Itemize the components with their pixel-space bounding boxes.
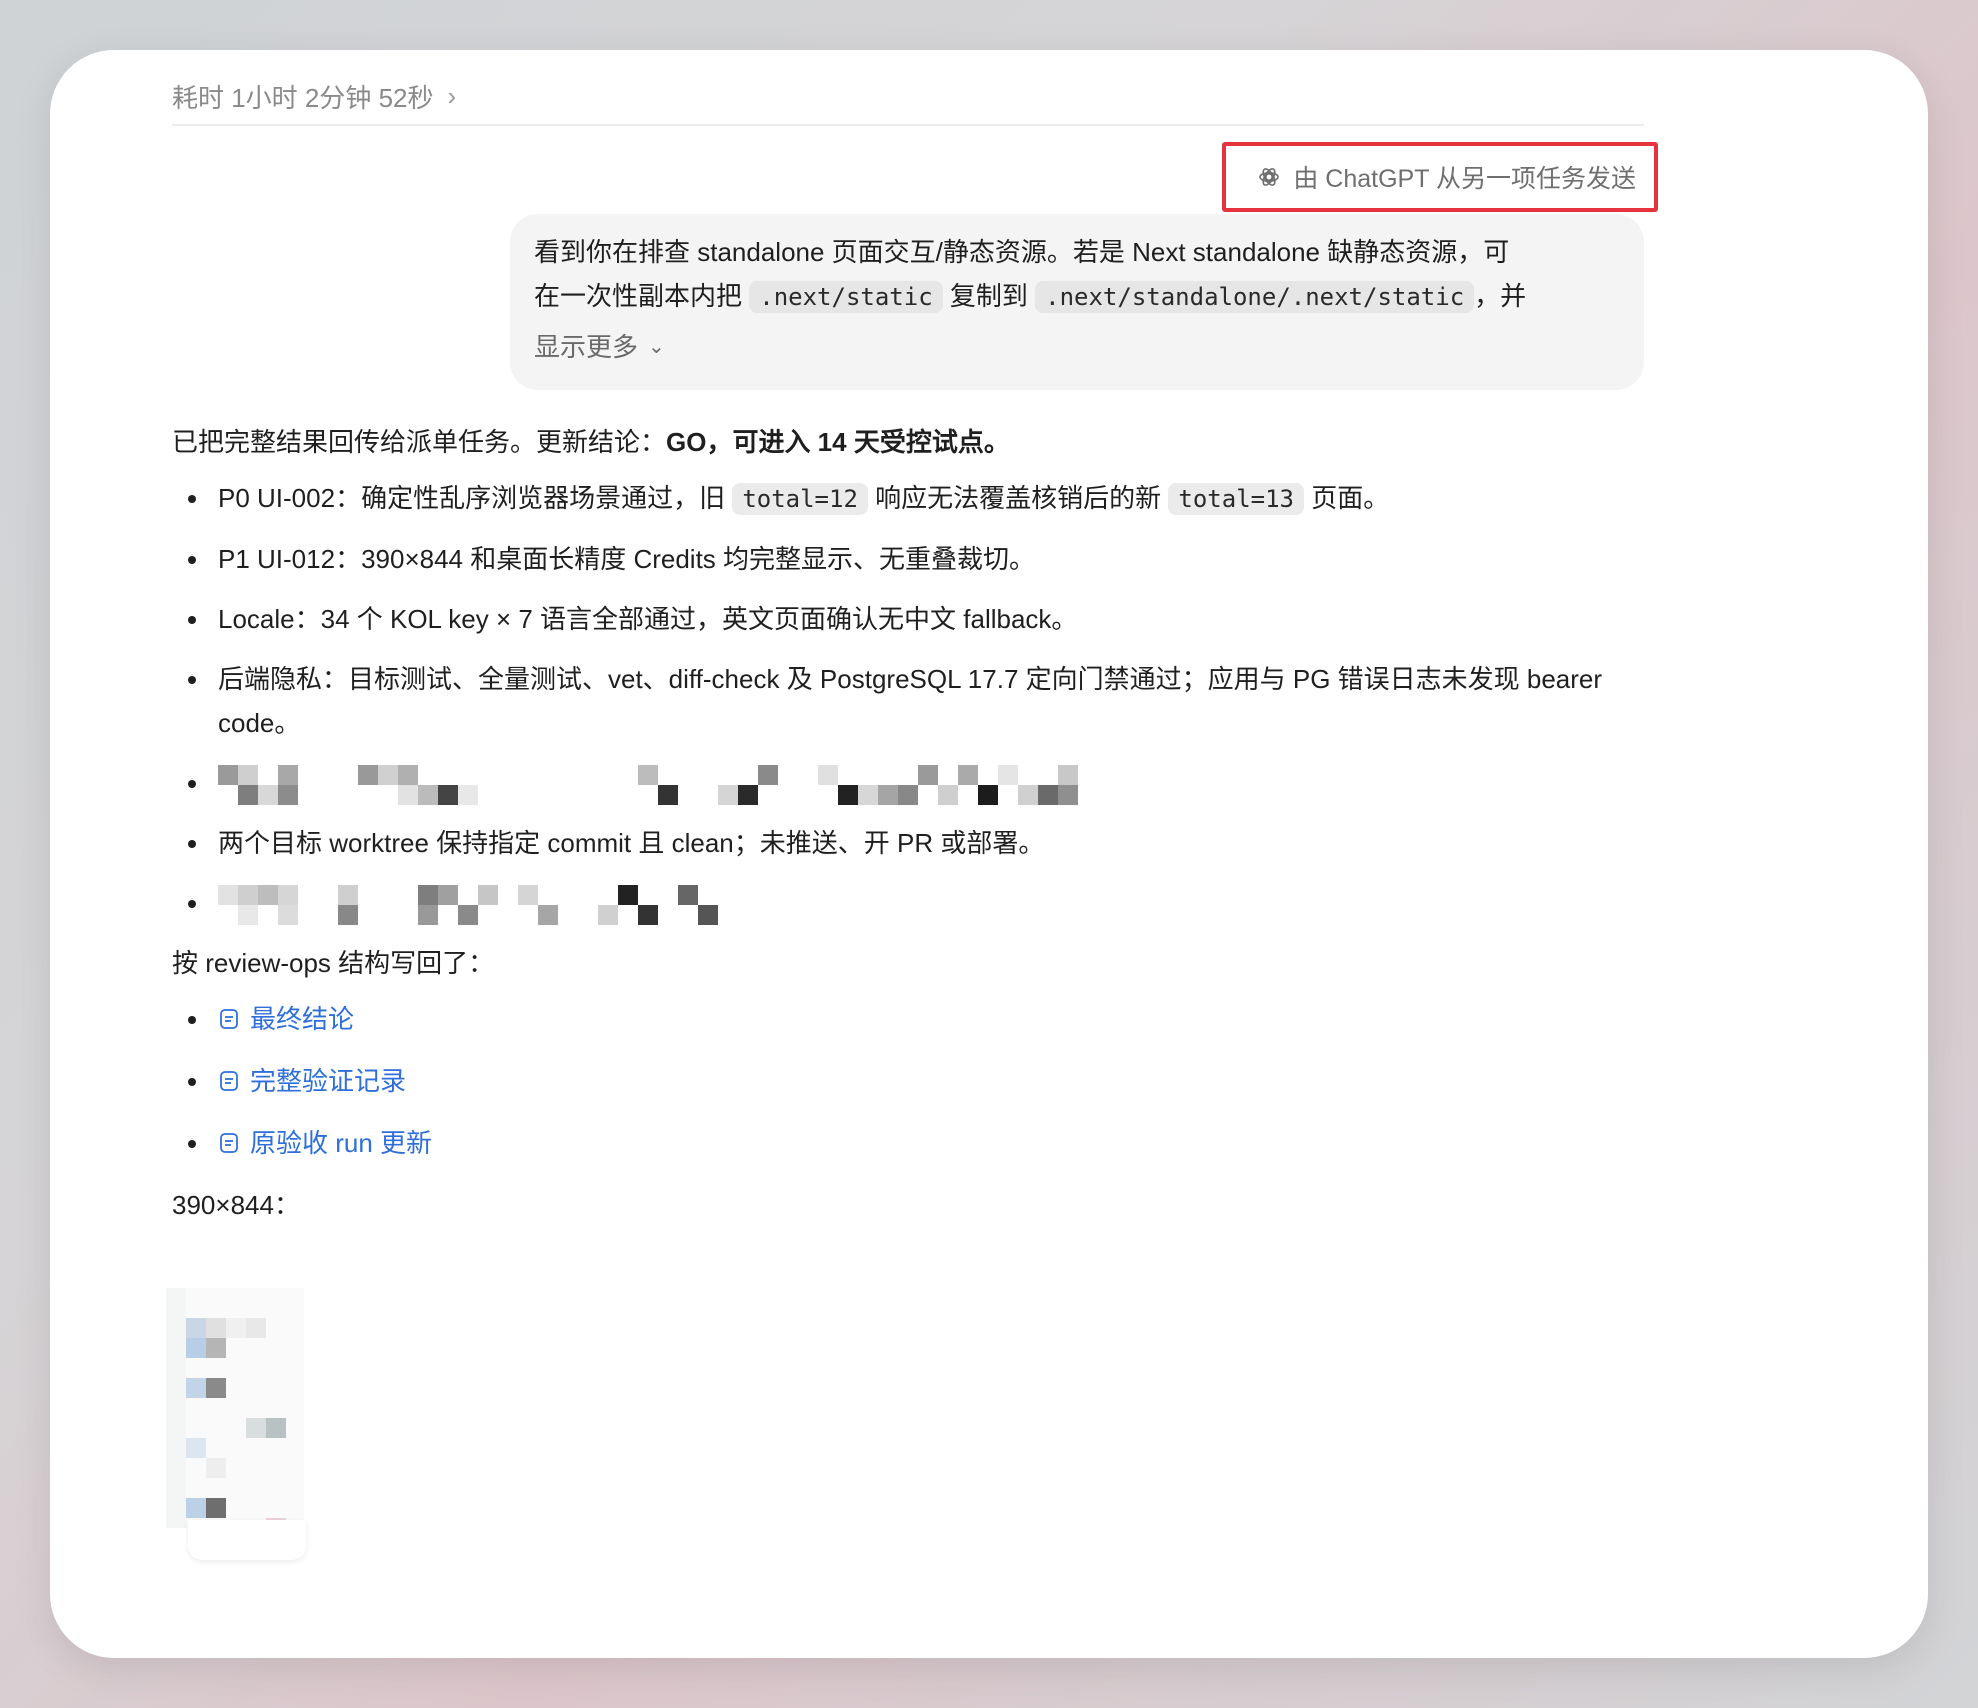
pixelated-redaction [218, 765, 1078, 806]
screenshot-thumbnail[interactable] [166, 1288, 304, 1528]
duration-header[interactable]: 耗时 1小时 2分钟 52秒 › [172, 74, 456, 118]
sender-label: 由 ChatGPT 从另一项任务发送 [1293, 165, 1636, 193]
reply-intro: 已把完整结果回传给派单任务。更新结论：GO，可进入 14 天受控试点。 [172, 420, 1644, 464]
document-icon [220, 1071, 238, 1092]
user-message-bubble: 看到你在排查 standalone 页面交互/静态资源。若是 Next stan… [510, 214, 1644, 390]
list-item-text: 响应无法覆盖核销后的新 [875, 483, 1162, 513]
inline-code: .next/standalone/.next/static [1035, 281, 1475, 313]
list-item-text: 页面。 [1311, 483, 1390, 513]
list-item-redacted [172, 881, 1644, 926]
list-item-text: P1 UI-012：390×844 和桌面长精度 Credits 均完整显示、无… [218, 544, 1036, 574]
link-final-conclusion[interactable]: 最终结论 [218, 997, 354, 1041]
assistant-reply: 已把完整结果回传给派单任务。更新结论：GO，可进入 14 天受控试点。 P0 U… [172, 420, 1644, 1239]
list-item-text: P0 UI-002：确定性乱序浏览器场景通过，旧 [218, 483, 726, 513]
chevron-down-icon: ⌄ [648, 336, 665, 358]
message-text: 在一次性副本内把 [534, 281, 743, 311]
document-icon [220, 1133, 238, 1154]
list-item: P0 UI-002：确定性乱序浏览器场景通过，旧 total=12 响应无法覆盖… [172, 476, 1644, 521]
review-intro: 按 review-ops 结构写回了： [172, 948, 495, 979]
review-links: 最终结论 完整验证记录 原验收 run 更新 [172, 997, 1644, 1167]
message-text: 复制到 [949, 281, 1028, 311]
list-item: 后端隐私：目标测试、全量测试、vet、diff-check 及 PostgreS… [172, 657, 1644, 745]
chevron-right-icon: › [447, 80, 457, 111]
sender-badge: 由 ChatGPT 从另一项任务发送 [1222, 142, 1658, 212]
list-item: 最终结论 [172, 997, 1644, 1043]
inline-code: total=12 [732, 483, 868, 515]
message-line-2: 在一次性副本内把 .next/static 复制到 .next/standalo… [534, 274, 1620, 319]
list-item: 完整验证记录 [172, 1059, 1644, 1105]
list-item-text: 两个目标 worktree 保持指定 commit 且 clean；未推送、开 … [218, 828, 1045, 859]
inline-code: .next/static [749, 281, 943, 313]
list-item: P1 UI-012：390×844 和桌面长精度 Credits 均完整显示、无… [172, 537, 1644, 581]
result-list: P0 UI-002：确定性乱序浏览器场景通过，旧 total=12 响应无法覆盖… [172, 476, 1644, 926]
show-more-label: 显示更多 [534, 332, 639, 362]
link-label: 完整验证记录 [250, 1066, 407, 1097]
message-text: ，并 [1474, 281, 1527, 311]
message-line-1: 看到你在排查 standalone 页面交互/静态资源。若是 Next stan… [534, 237, 1510, 267]
link-label: 最终结论 [250, 1004, 355, 1035]
list-item-text: 后端隐私：目标测试、全量测试、vet、diff-check 及 PostgreS… [218, 664, 1603, 738]
link-label: 原验收 run 更新 [250, 1128, 433, 1159]
reply-intro-bold: GO，可进入 14 天受控试点。 [666, 427, 1010, 457]
list-item-redacted [172, 761, 1644, 806]
reply-intro-text: 已把完整结果回传给派单任务。更新结论： [172, 427, 667, 457]
list-item-text: Locale：34 个 KOL key × 7 语言全部通过，英文页面确认无中文… [218, 604, 1078, 634]
show-more-button[interactable]: 显示更多 ⌄ [534, 325, 1620, 369]
duration-label: 耗时 1小时 2分钟 52秒 [172, 82, 434, 113]
link-original-run-update[interactable]: 原验收 run 更新 [218, 1121, 432, 1165]
screenshot-label: 390×844： [172, 1190, 300, 1221]
link-full-verification-record[interactable]: 完整验证记录 [218, 1059, 406, 1103]
thumbnail-frame [188, 1520, 306, 1560]
inline-code: total=13 [1168, 483, 1304, 515]
conversation-card: 耗时 1小时 2分钟 52秒 › 由 ChatGPT 从另一项任务发送 看到你在… [50, 50, 1928, 1658]
pixelated-redaction [218, 885, 718, 926]
list-item: Locale：34 个 KOL key × 7 语言全部通过，英文页面确认无中文… [172, 597, 1644, 641]
list-item: 两个目标 worktree 保持指定 commit 且 clean；未推送、开 … [172, 821, 1644, 865]
chatgpt-logo-icon [1259, 168, 1280, 186]
list-item: 原验收 run 更新 [172, 1121, 1644, 1167]
document-icon [220, 1009, 238, 1030]
divider [172, 124, 1644, 126]
